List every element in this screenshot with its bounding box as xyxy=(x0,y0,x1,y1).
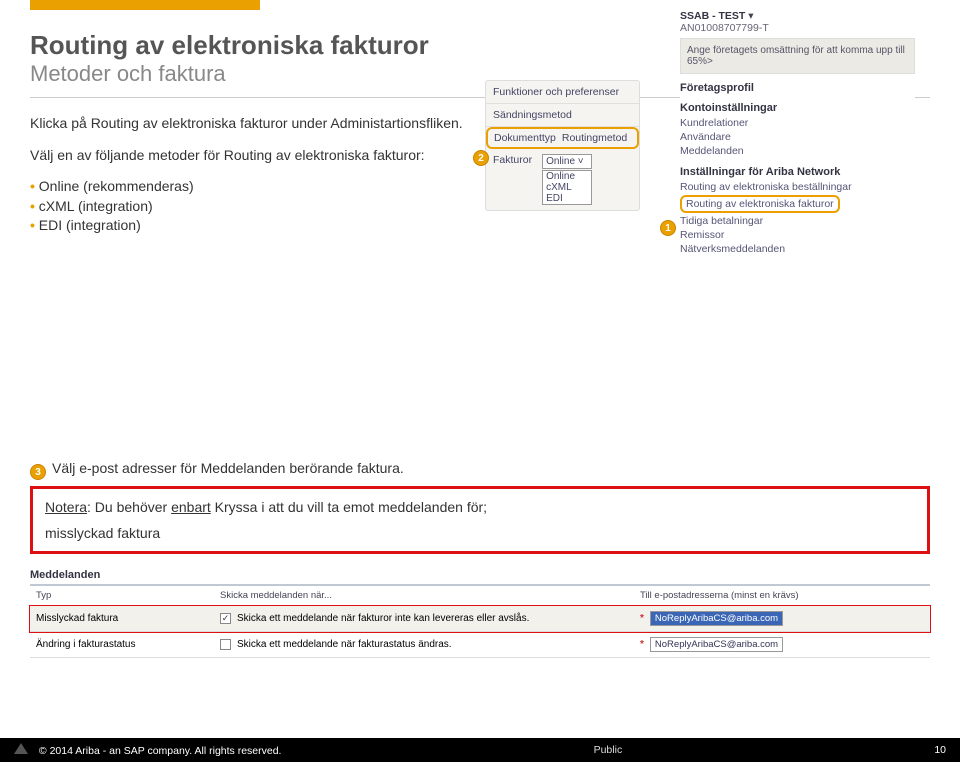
classification: Public xyxy=(594,744,623,756)
note-line1: Notera: Du behöver enbart Kryssa i att d… xyxy=(45,499,915,515)
notifications-table: Meddelanden Typ Skicka meddelanden när..… xyxy=(30,566,930,658)
table-row: Misslyckad faktura Skicka ett meddelande… xyxy=(30,606,930,632)
row-email-cell: * NoReplyAribaCS@ariba.com xyxy=(640,611,920,626)
routing-dropdown[interactable]: Online ˅ xyxy=(542,154,592,169)
panelA-tabs-highlight: Dokumenttyp Routingmetod xyxy=(486,127,639,149)
row-type: Misslyckad faktura xyxy=(30,613,220,624)
intro-text: Klicka på Routing av elektroniska faktur… xyxy=(30,114,510,236)
row-desc-cell: Skicka ett meddelande när fakturastatus … xyxy=(220,639,640,650)
opt-edi[interactable]: EDI xyxy=(543,193,591,204)
email-input[interactable]: NoReplyAribaCS@ariba.com xyxy=(650,637,783,652)
method-edi: EDI (integration) xyxy=(30,216,510,236)
checkbox-failed-invoice[interactable] xyxy=(220,613,231,624)
account-side-panel: SSAB - TEST ▾ AN01008707799-T Ange föret… xyxy=(680,10,915,256)
col-type: Typ xyxy=(30,590,220,601)
panelA-sendmethod: Sändningsmetod xyxy=(486,104,639,127)
row-desc-cell: Skicka ett meddelande när fakturor inte … xyxy=(220,613,640,624)
tab-documenttype[interactable]: Dokumenttyp xyxy=(494,132,556,144)
table-row: Ändring i fakturastatus Skicka ett medde… xyxy=(30,632,930,658)
method-cxml: cXML (integration) xyxy=(30,197,510,217)
note-box: Notera: Du behöver enbart Kryssa i att d… xyxy=(30,486,930,554)
notif-header-row: Typ Skicka meddelanden när... Till e-pos… xyxy=(30,586,930,606)
intro-p1: Klicka på Routing av elektroniska faktur… xyxy=(30,114,510,134)
footer-bar: © 2014 Ariba - an SAP company. All right… xyxy=(0,738,960,762)
accent-band xyxy=(30,0,260,10)
item-anvandare[interactable]: Användare xyxy=(680,130,915,144)
fakturor-label: Fakturor xyxy=(493,154,532,166)
revenue-prompt[interactable]: Ange företagets omsättning för att komma… xyxy=(680,38,915,74)
intro-p2: Välj en av följande metoder för Routing … xyxy=(30,146,510,166)
account-name-row[interactable]: SSAB - TEST ▾ xyxy=(680,10,915,22)
row-type: Ändring i fakturastatus xyxy=(30,639,220,650)
logo-icon xyxy=(14,743,28,754)
chevron-down-icon: ˅ xyxy=(578,156,584,167)
item-remissor[interactable]: Remissor xyxy=(680,228,915,242)
note-label: Notera xyxy=(45,499,87,515)
lower-section: Välj e-post adresser för Meddelanden ber… xyxy=(30,460,930,658)
item-network-msgs[interactable]: Nätverksmeddelanden xyxy=(680,242,915,256)
section-account-settings: Kontoinställningar xyxy=(680,102,915,114)
row-desc: Skicka ett meddelande när fakturor inte … xyxy=(237,613,529,624)
item-early-payments[interactable]: Tidiga betalningar xyxy=(680,214,915,228)
required-asterisk-icon: * xyxy=(640,639,644,650)
item-kundrelationer[interactable]: Kundrelationer xyxy=(680,116,915,130)
panelA-funcs: Funktioner och preferenser xyxy=(486,81,639,104)
note-line2: misslyckad faktura xyxy=(45,525,915,541)
email-input[interactable]: NoReplyAribaCS@ariba.com xyxy=(650,611,783,626)
tab-routingmethod[interactable]: Routingmetod xyxy=(562,132,627,144)
section-ariba-network: Inställningar för Ariba Network xyxy=(680,166,915,178)
callout-2: 2 xyxy=(473,150,489,166)
checkbox-status-change[interactable] xyxy=(220,639,231,650)
col-when: Skicka meddelanden när... xyxy=(220,590,640,601)
opt-cxml[interactable]: cXML xyxy=(543,182,591,193)
item-routing-invoices-hl: Routing av elektroniska fakturor xyxy=(680,194,915,214)
row-desc: Skicka ett meddelande när fakturastatus … xyxy=(237,639,452,650)
lower-title: Välj e-post adresser för Meddelanden ber… xyxy=(52,460,930,476)
routing-dropdown-options: Online cXML EDI xyxy=(542,170,592,205)
chevron-down-icon: ▾ xyxy=(748,10,753,22)
note-enb: enbart xyxy=(171,499,211,515)
panelA-fakturor-row: Fakturor Online ˅ Online cXML EDI xyxy=(486,149,639,210)
item-meddelanden[interactable]: Meddelanden xyxy=(680,144,915,158)
account-id: AN01008707799-T xyxy=(680,22,915,34)
col-emails: Till e-postadresserna (minst en krävs) xyxy=(640,590,920,601)
opt-online[interactable]: Online xyxy=(543,171,591,182)
routing-method-panel: Funktioner och preferenser Sändningsmeto… xyxy=(485,80,640,211)
method-list: Online (rekommenderas) cXML (integration… xyxy=(30,177,510,236)
footer-left: © 2014 Ariba - an SAP company. All right… xyxy=(14,743,281,757)
copyright: © 2014 Ariba - an SAP company. All right… xyxy=(39,745,282,757)
callout-1: 1 xyxy=(660,220,676,236)
account-name: SSAB - TEST xyxy=(680,10,745,22)
routing-dropdown-wrap: Online ˅ Online cXML EDI xyxy=(542,154,592,205)
method-online: Online (rekommenderas) xyxy=(30,177,510,197)
routing-dropdown-value: Online xyxy=(546,156,575,167)
note-t2: Kryssa i att du vill ta emot meddelanden… xyxy=(211,499,487,515)
item-routing-invoices[interactable]: Routing av elektroniska fakturor xyxy=(680,195,840,213)
row-email-cell: * NoReplyAribaCS@ariba.com xyxy=(640,637,920,652)
section-company-profile[interactable]: Företagsprofil xyxy=(680,82,915,94)
required-asterisk-icon: * xyxy=(640,613,644,624)
notif-heading: Meddelanden xyxy=(30,566,930,586)
item-routing-orders[interactable]: Routing av elektroniska beställningar xyxy=(680,180,915,194)
note-t1: : Du behöver xyxy=(87,499,171,515)
page-number: 10 xyxy=(934,744,946,756)
